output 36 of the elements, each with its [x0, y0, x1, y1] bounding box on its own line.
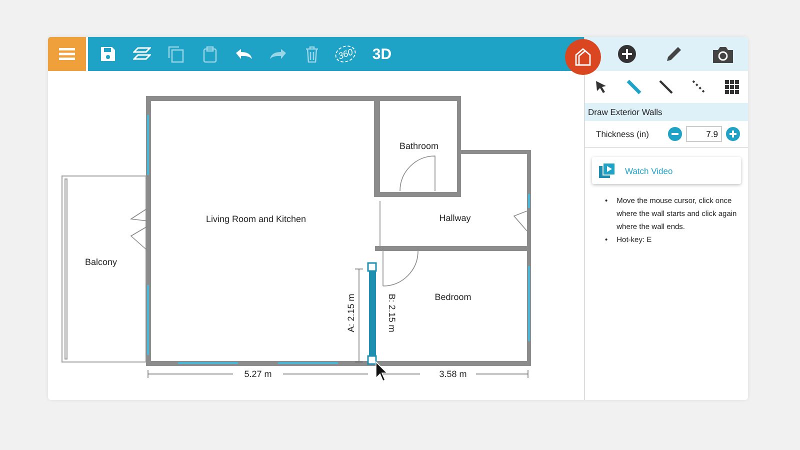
room-label: Balcony: [84, 257, 118, 267]
thick-line-icon: [626, 79, 642, 95]
thickness-field[interactable]: 7.9: [686, 126, 722, 142]
copy-icon: [168, 46, 184, 62]
menu-icon: [59, 48, 75, 60]
view360-button[interactable]: 360: [329, 37, 363, 71]
redo-icon: [269, 48, 287, 60]
dimension-label: A: 2.15 m: [346, 294, 356, 332]
room-label: Living Room and Kitchen: [206, 214, 306, 224]
section-title: Draw Exterior Walls: [585, 103, 748, 121]
pencil-icon[interactable]: [665, 45, 684, 63]
clipboard-icon: [203, 46, 217, 62]
cursor-icon: [376, 361, 388, 382]
dotted-line-icon: [691, 79, 708, 95]
camera-icon[interactable]: [713, 46, 734, 62]
room-label: Hallway: [439, 213, 471, 223]
dimension-label: 5.27 m: [244, 369, 272, 379]
trash-icon: [305, 46, 319, 62]
room-label: Bedroom: [434, 292, 472, 302]
pointer-icon: [595, 80, 608, 94]
3d-view-button[interactable]: 3D: [365, 37, 399, 71]
watch-video-button[interactable]: Watch Video: [592, 157, 741, 184]
grid-icon: [724, 80, 739, 94]
increase-button[interactable]: [726, 127, 740, 141]
add-icon[interactable]: [618, 45, 636, 63]
undo-icon: [235, 48, 253, 60]
thickness-label: Thickness (in): [595, 129, 650, 139]
menu-button[interactable]: [48, 37, 88, 71]
dimension-label: B: 2.15 m: [387, 294, 397, 332]
room-label: Bathroom: [399, 141, 439, 151]
line-icon: [658, 79, 674, 95]
dimension-label: 3.58 m: [439, 369, 467, 379]
video-icon: [599, 163, 615, 178]
save-icon: [100, 46, 116, 62]
decrease-button[interactable]: [668, 127, 682, 141]
layers-icon: [133, 47, 151, 61]
